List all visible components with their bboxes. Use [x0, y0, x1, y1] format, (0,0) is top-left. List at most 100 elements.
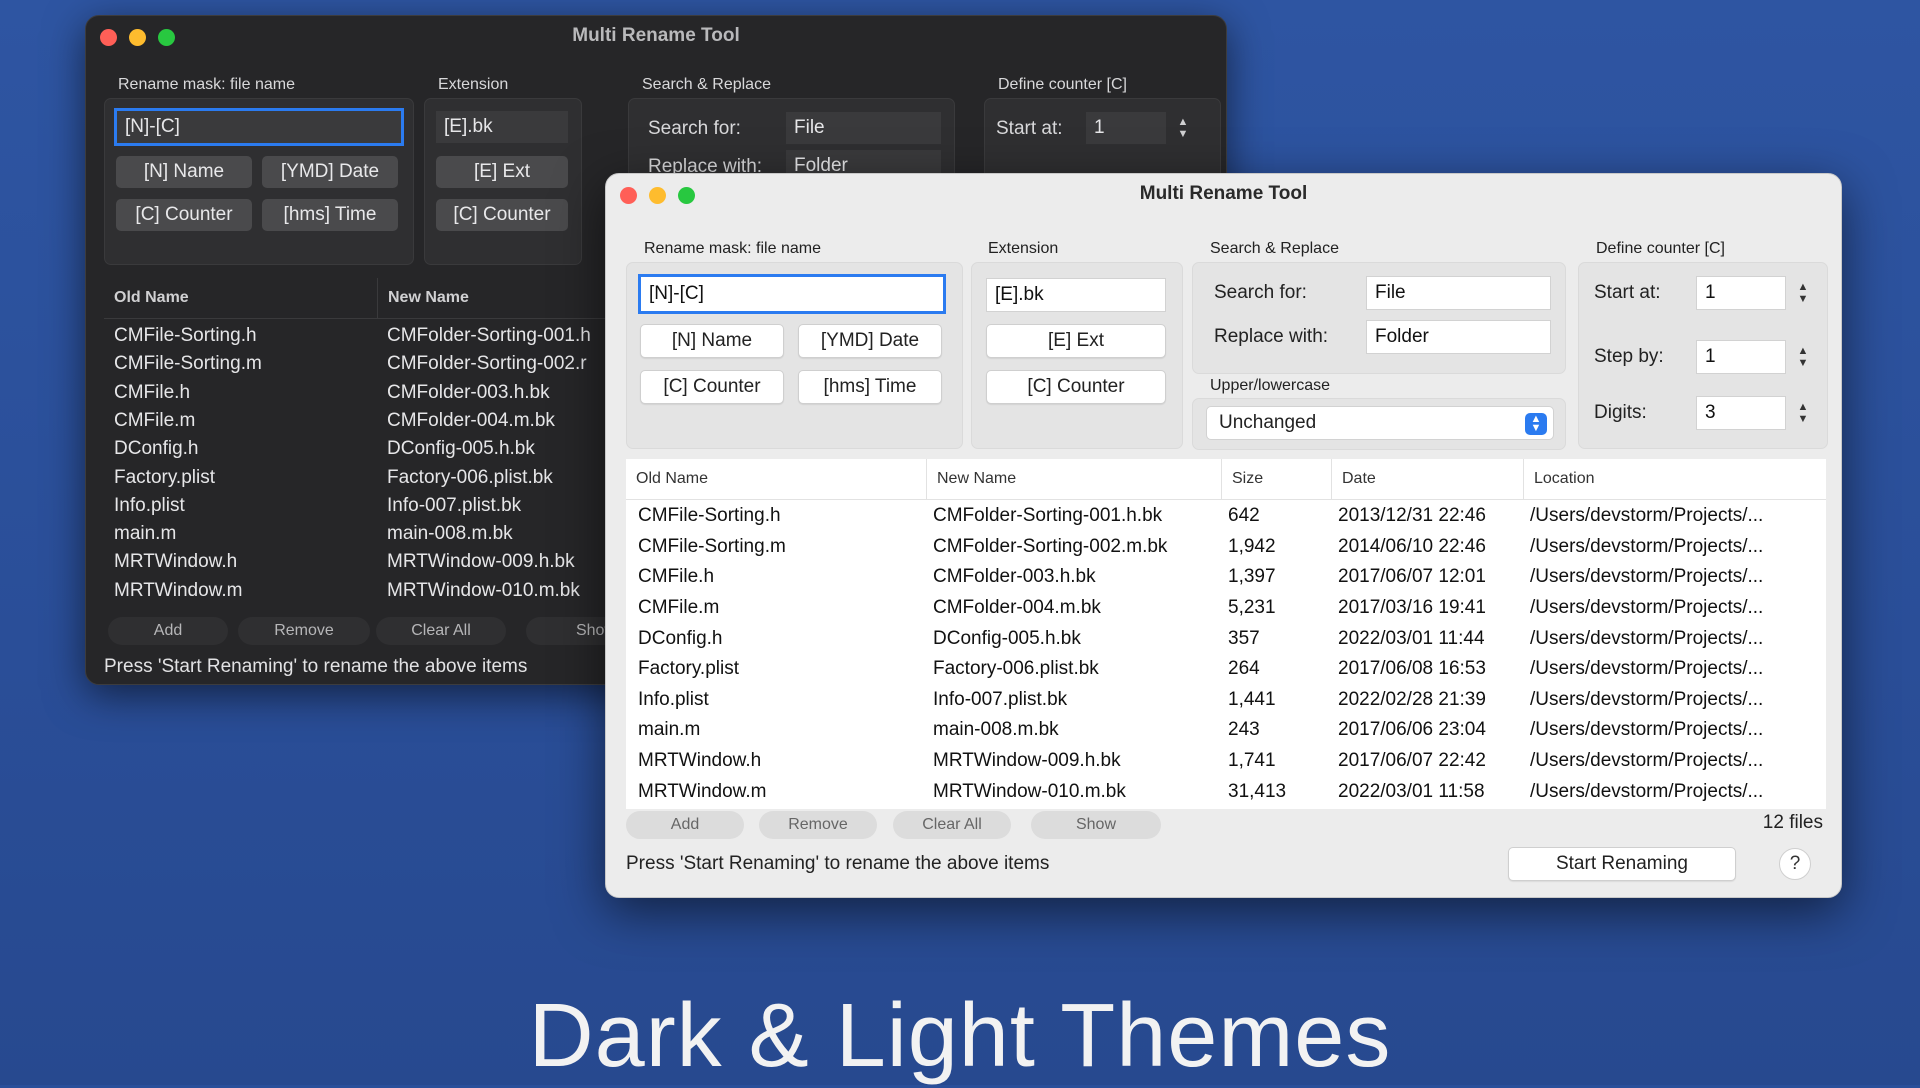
start-renaming-button[interactable]: Start Renaming — [1508, 847, 1736, 881]
case-select[interactable]: Unchanged ▲ ▼ — [1206, 406, 1554, 440]
date-button[interactable]: [YMD] Date — [798, 324, 942, 358]
size-cell: 1,441 — [1228, 688, 1276, 710]
new-name-cell: CMFolder-004.m.bk — [933, 597, 1101, 619]
search-replace-label: Search & Replace — [642, 76, 771, 93]
time-button[interactable]: [hms] Time — [798, 370, 942, 404]
counter-button[interactable]: [C] Counter — [640, 370, 784, 404]
remove-button[interactable]: Remove — [238, 617, 370, 645]
ext-button[interactable]: [E] Ext — [436, 156, 568, 188]
location-cell: /Users/devstorm/Projects/... — [1530, 535, 1764, 557]
date-cell: 2022/02/28 21:39 — [1338, 688, 1486, 710]
close-icon[interactable] — [100, 29, 117, 46]
replace-with-label: Replace with: — [1214, 326, 1329, 347]
chevron-down-icon: ▼ — [1797, 413, 1809, 425]
column-location[interactable]: Location — [1523, 459, 1826, 499]
search-for-input[interactable]: File — [786, 112, 941, 144]
size-cell: 31,413 — [1228, 780, 1287, 802]
table-row[interactable]: MRTWindow.h MRTWindow-009.h.bk 1,741 2017/0… — [626, 746, 1826, 777]
date-cell: 2017/06/07 12:01 — [1338, 566, 1486, 588]
chevron-down-icon: ▼ — [1797, 293, 1809, 305]
extension-input[interactable]: [E].bk — [986, 278, 1166, 312]
start-at-stepper[interactable]: ▲ ▼ — [1794, 276, 1812, 310]
old-name-cell: MRTWindow.h — [114, 551, 238, 573]
chevron-down-icon: ▼ — [1797, 357, 1809, 369]
column-date[interactable]: Date — [1331, 459, 1523, 499]
table-row[interactable]: main.m main-008.m.bk 243 2017/06/06 23:04/U… — [626, 715, 1826, 746]
table-row[interactable]: CMFile-Sorting.m CMFolder-Sorting-002.m.b… — [626, 532, 1826, 563]
start-at-stepper[interactable]: ▲ ▼ — [1174, 112, 1192, 144]
minimize-icon[interactable] — [649, 187, 666, 204]
column-old-name[interactable]: Old Name — [104, 278, 377, 318]
table-row[interactable]: DConfig.h DConfig-005.h.bk 357 2022/03/01 1… — [626, 623, 1826, 654]
time-button[interactable]: [hms] Time — [262, 199, 398, 231]
counter-label: Define counter [C] — [1596, 240, 1725, 257]
new-name-cell: Info-007.plist.bk — [933, 688, 1068, 710]
start-at-input[interactable]: 1 — [1086, 112, 1166, 144]
location-cell: /Users/devstorm/Projects/... — [1530, 627, 1764, 649]
column-new-name[interactable]: New Name — [926, 459, 1221, 499]
ext-counter-button[interactable]: [C] Counter — [986, 370, 1166, 404]
old-name-cell: MRTWindow.m — [114, 579, 243, 601]
table-row[interactable]: Info.plist Info-007.plist.bk 1,441 2022/02/… — [626, 685, 1826, 716]
table-row[interactable]: CMFile-Sorting.h CMFolder-Sorting-001.h.b… — [626, 501, 1826, 532]
start-at-input[interactable]: 1 — [1696, 276, 1786, 310]
add-button[interactable]: Add — [108, 617, 228, 645]
extension-input[interactable]: [E].bk — [436, 111, 568, 143]
file-count: 12 files — [1762, 812, 1823, 833]
step-by-label: Step by: — [1594, 346, 1664, 367]
table-row[interactable]: CMFile.m CMFolder-004.m.bk 5,231 2017/03/16… — [626, 593, 1826, 624]
table-row[interactable]: MRTWindow.m MRTWindow-010.m.bk 31,413 2022/… — [626, 776, 1826, 807]
old-name-cell: CMFile-Sorting.h — [638, 505, 781, 527]
column-size[interactable]: Size — [1221, 459, 1331, 499]
old-name-cell: Factory.plist — [114, 466, 216, 488]
size-cell: 1,942 — [1228, 535, 1276, 557]
help-icon[interactable]: ? — [1779, 848, 1811, 880]
mask-input[interactable]: [N]-[C] — [114, 108, 404, 146]
old-name-cell: Info.plist — [638, 688, 709, 710]
table-row[interactable]: CMFile.h CMFolder-003.h.bk 1,397 2017/06/07… — [626, 562, 1826, 593]
dark-titlebar: Multi Rename Tool — [86, 16, 1226, 56]
column-old-name[interactable]: Old Name — [626, 459, 926, 499]
date-button[interactable]: [YMD] Date — [262, 156, 398, 188]
digits-input[interactable]: 3 — [1696, 396, 1786, 430]
size-cell: 1,741 — [1228, 750, 1276, 772]
new-name-cell: CMFolder-Sorting-001.h.bk — [933, 505, 1163, 527]
remove-button[interactable]: Remove — [759, 811, 877, 839]
minimize-icon[interactable] — [129, 29, 146, 46]
clear-all-button[interactable]: Clear All — [893, 811, 1011, 839]
ext-counter-button[interactable]: [C] Counter — [436, 199, 568, 231]
status-text: Press 'Start Renaming' to rename the abo… — [104, 656, 528, 677]
zoom-icon[interactable] — [158, 29, 175, 46]
search-for-input[interactable]: File — [1366, 276, 1551, 310]
name-button[interactable]: [N] Name — [640, 324, 784, 358]
old-name-cell: CMFile-Sorting.h — [114, 325, 257, 346]
search-for-label: Search for: — [1214, 282, 1307, 303]
zoom-icon[interactable] — [678, 187, 695, 204]
rename-mask-label: Rename mask: file name — [118, 76, 295, 93]
status-text: Press 'Start Renaming' to rename the abo… — [626, 853, 1050, 874]
old-name-cell: MRTWindow.m — [638, 780, 767, 802]
new-name-cell: DConfig-005.h.bk — [933, 627, 1081, 649]
name-button[interactable]: [N] Name — [116, 156, 252, 188]
mask-input[interactable]: [N]-[C] — [638, 274, 946, 314]
table-header: Old Name New Name Size Date Location — [626, 459, 1826, 500]
location-cell: /Users/devstorm/Projects/... — [1530, 505, 1764, 527]
size-cell: 1,397 — [1228, 566, 1276, 588]
replace-with-input[interactable]: Folder — [1366, 320, 1551, 354]
size-cell: 642 — [1228, 505, 1260, 527]
close-icon[interactable] — [620, 187, 637, 204]
location-cell: /Users/devstorm/Projects/... — [1530, 688, 1764, 710]
show-button[interactable]: Show — [1031, 811, 1161, 839]
old-name-cell: CMFile.m — [638, 597, 720, 619]
step-by-stepper[interactable]: ▲ ▼ — [1794, 340, 1812, 374]
ext-button[interactable]: [E] Ext — [986, 324, 1166, 358]
table-row[interactable]: Factory.plist Factory-006.plist.bk 264 2017… — [626, 654, 1826, 685]
date-cell: 2022/03/01 11:58 — [1338, 780, 1485, 802]
digits-stepper[interactable]: ▲ ▼ — [1794, 396, 1812, 430]
step-by-input[interactable]: 1 — [1696, 340, 1786, 374]
add-button[interactable]: Add — [626, 811, 744, 839]
new-name-cell: Factory-006.plist.bk — [933, 658, 1099, 680]
clear-all-button[interactable]: Clear All — [376, 617, 506, 645]
counter-button[interactable]: [C] Counter — [116, 199, 252, 231]
date-cell: 2017/06/07 22:42 — [1338, 750, 1486, 772]
